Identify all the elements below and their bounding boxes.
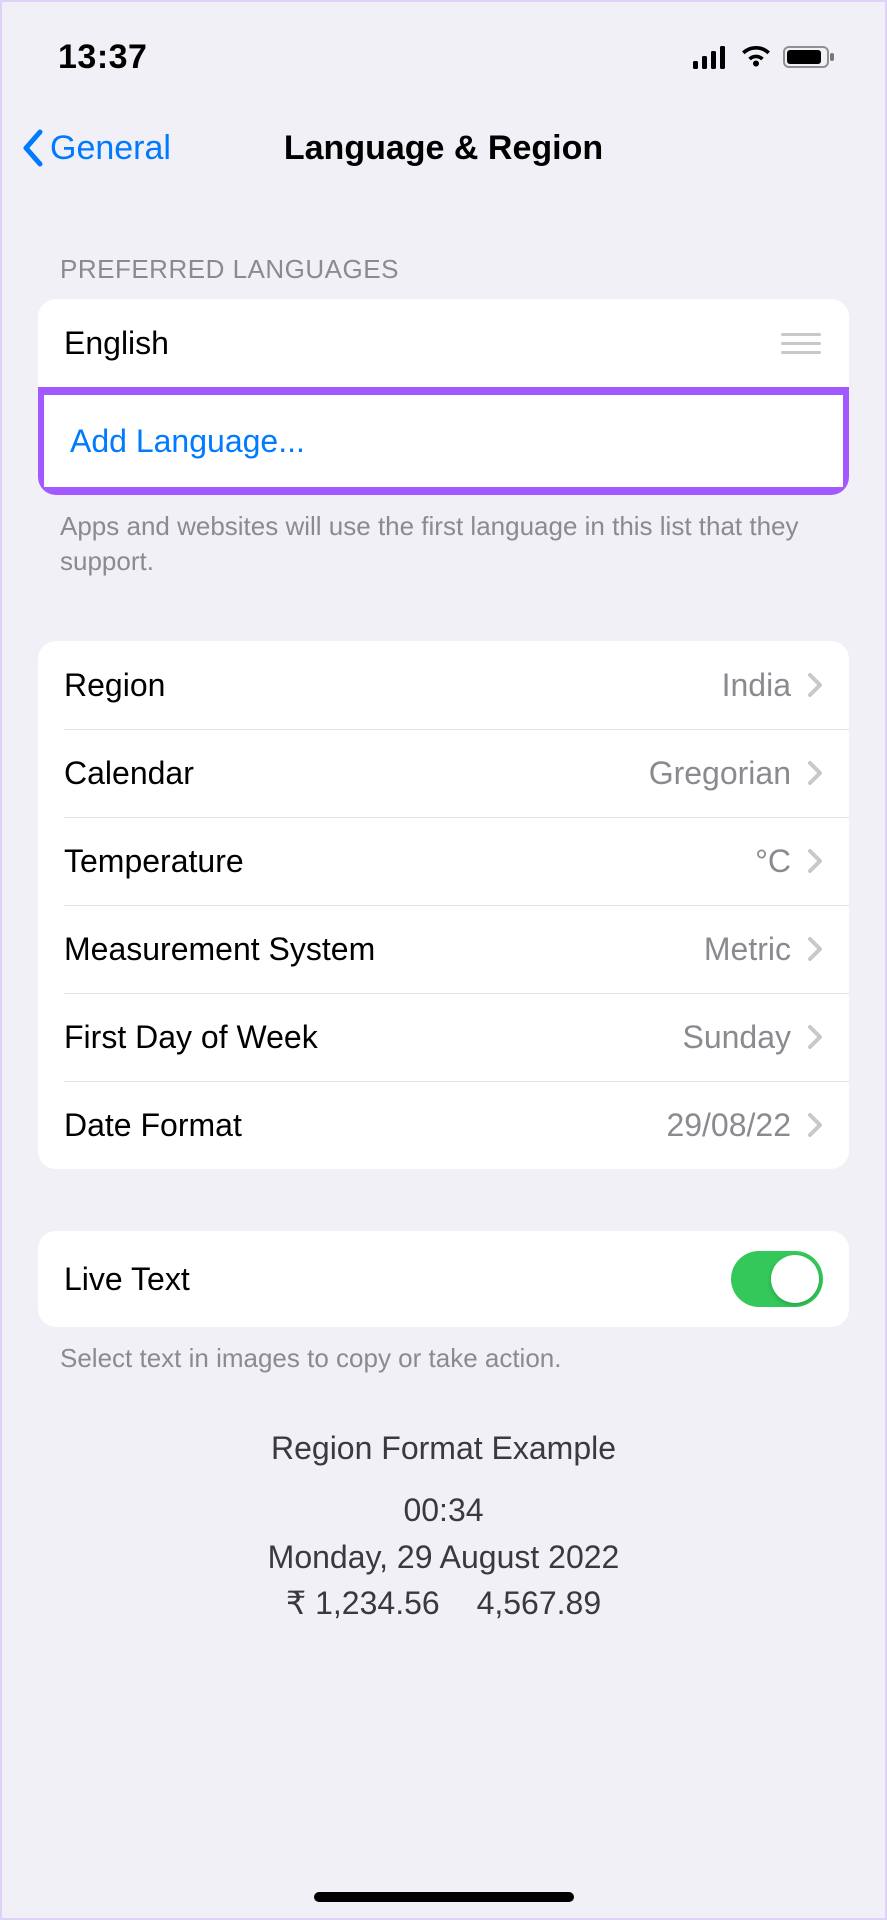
example-title: Region Format Example <box>38 1430 849 1467</box>
chevron-right-icon <box>807 1024 823 1050</box>
status-time: 13:37 <box>58 38 147 77</box>
preferred-languages-header: PREFERRED LANGUAGES <box>38 184 849 299</box>
chevron-right-icon <box>807 672 823 698</box>
region-format-example: Region Format Example 00:34 Monday, 29 A… <box>38 1376 849 1626</box>
live-text-footer: Select text in images to copy or take ac… <box>38 1327 849 1376</box>
row-value: °C <box>755 843 791 880</box>
live-text-toggle[interactable] <box>731 1251 823 1307</box>
chevron-right-icon <box>807 848 823 874</box>
chevron-right-icon <box>807 936 823 962</box>
status-bar: 13:37 <box>2 2 885 112</box>
first-day-of-week-row[interactable]: First Day of Week Sunday <box>38 993 849 1081</box>
language-row[interactable]: English <box>38 299 849 387</box>
row-value: Sunday <box>682 1019 791 1056</box>
live-text-group: Live Text <box>38 1231 849 1327</box>
preferred-languages-footer: Apps and websites will use the first lan… <box>38 495 849 579</box>
chevron-right-icon <box>807 1112 823 1138</box>
temperature-row[interactable]: Temperature °C <box>38 817 849 905</box>
row-value: Metric <box>704 931 791 968</box>
row-label: Date Format <box>64 1107 242 1144</box>
live-text-row[interactable]: Live Text <box>38 1231 849 1327</box>
add-language-highlight: Add Language... <box>38 387 849 495</box>
example-number-1: ₹ 1,234.56 <box>286 1585 440 1621</box>
row-value: Gregorian <box>649 755 791 792</box>
battery-icon <box>783 45 837 69</box>
preferred-languages-group: English Add Language... <box>38 299 849 495</box>
add-language-button[interactable]: Add Language... <box>44 395 843 487</box>
live-text-label: Live Text <box>64 1261 190 1298</box>
row-label: Region <box>64 667 165 704</box>
wifi-icon <box>739 45 773 69</box>
status-icons <box>693 45 837 69</box>
region-settings-group: Region India Calendar Gregorian Temperat… <box>38 641 849 1169</box>
row-label: Temperature <box>64 843 244 880</box>
row-value: 29/08/22 <box>666 1107 791 1144</box>
nav-bar: General Language & Region <box>2 112 885 184</box>
back-label: General <box>50 129 171 168</box>
example-number-2: 4,567.89 <box>477 1585 602 1621</box>
region-row[interactable]: Region India <box>38 641 849 729</box>
measurement-system-row[interactable]: Measurement System Metric <box>38 905 849 993</box>
row-value: India <box>722 667 791 704</box>
language-label: English <box>64 325 169 362</box>
row-label: Calendar <box>64 755 194 792</box>
calendar-row[interactable]: Calendar Gregorian <box>38 729 849 817</box>
row-label: Measurement System <box>64 931 375 968</box>
date-format-row[interactable]: Date Format 29/08/22 <box>38 1081 849 1169</box>
chevron-left-icon <box>20 129 44 167</box>
chevron-right-icon <box>807 760 823 786</box>
settings-screen: 13:37 General Language & Region PREFERRE… <box>0 0 887 1920</box>
drag-handle-icon[interactable] <box>779 329 823 358</box>
example-date: Monday, 29 August 2022 <box>38 1534 849 1580</box>
add-language-label: Add Language... <box>70 423 305 460</box>
home-indicator[interactable] <box>314 1892 574 1902</box>
row-label: First Day of Week <box>64 1019 318 1056</box>
example-time: 00:34 <box>38 1487 849 1533</box>
cellular-signal-icon <box>693 45 729 69</box>
example-numbers: ₹ 1,234.56 4,567.89 <box>38 1580 849 1626</box>
back-button[interactable]: General <box>2 129 171 168</box>
